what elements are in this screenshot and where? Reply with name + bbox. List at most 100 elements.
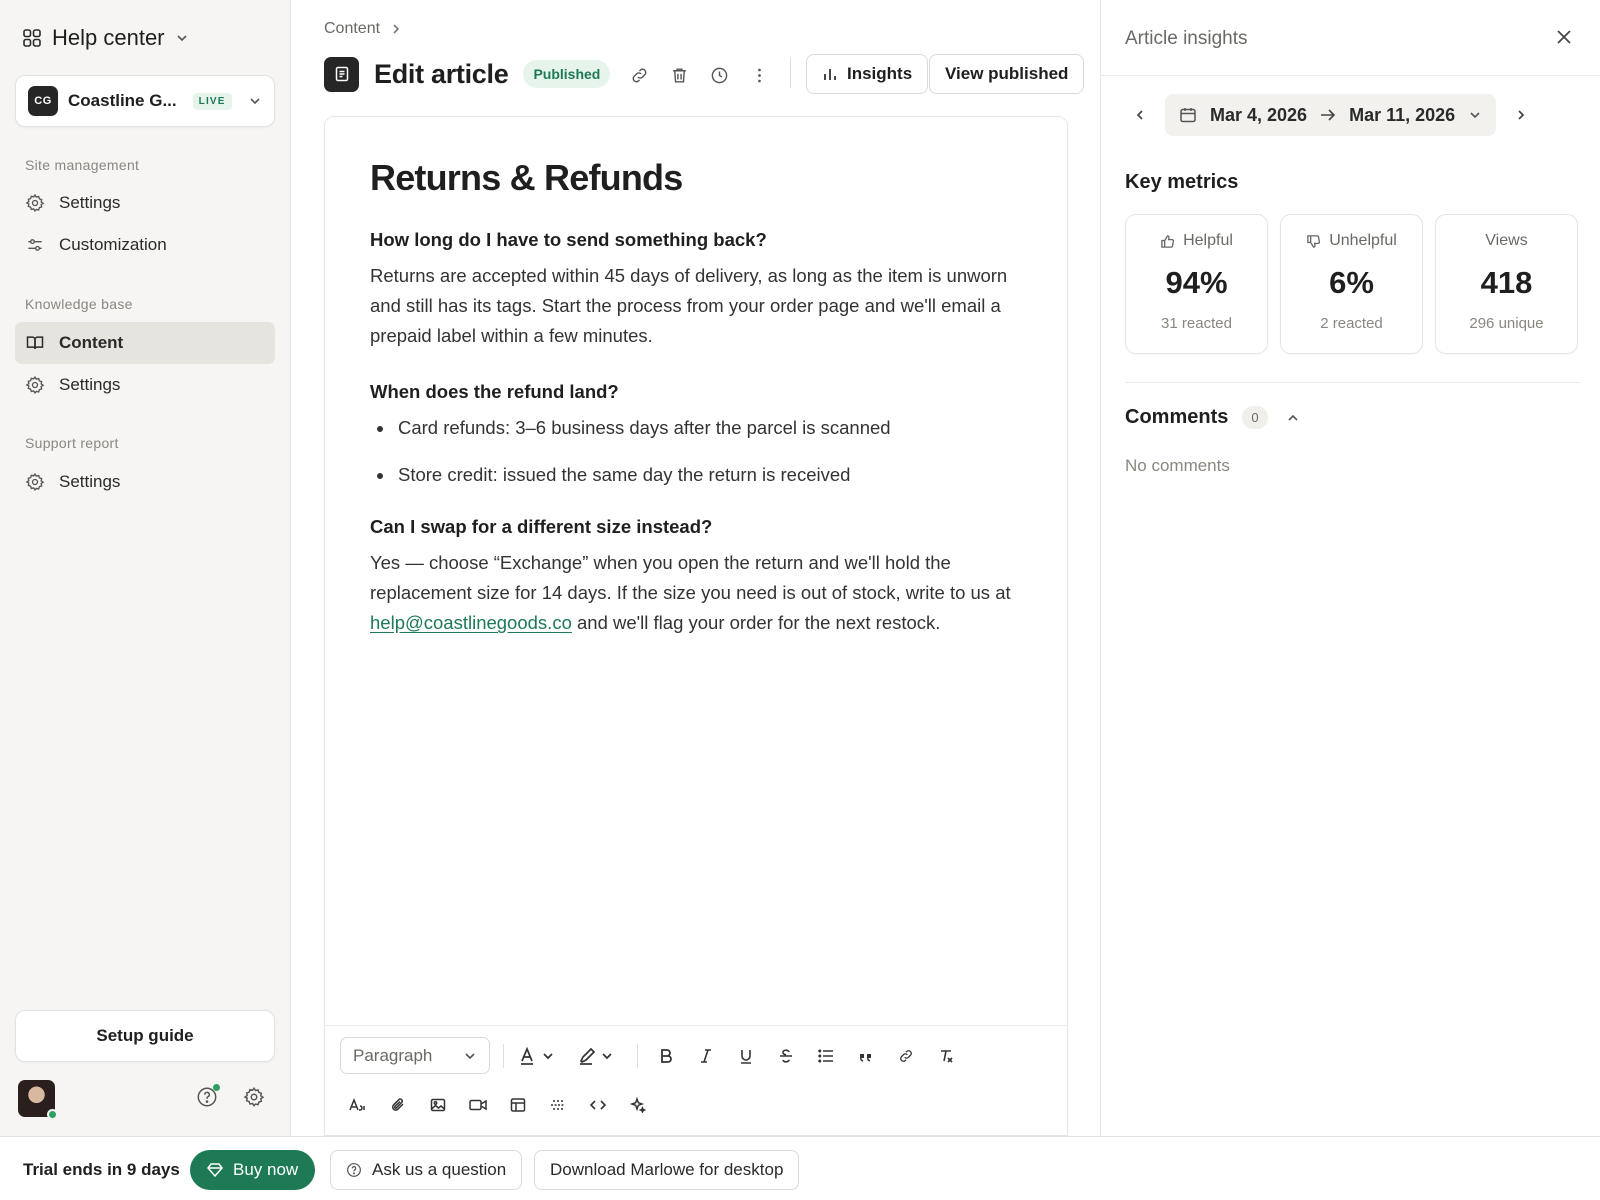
bold-button[interactable] [651,1041,681,1071]
sidebar-item-customization[interactable]: Customization [15,224,275,266]
ask-question-button[interactable]: Ask us a question [330,1150,523,1190]
insert-table-button[interactable] [503,1090,533,1120]
paperclip-icon [390,1097,406,1113]
more-options-button[interactable] [748,64,770,86]
metric-value: 418 [1480,265,1533,300]
buy-now-button[interactable]: Buy now [190,1150,316,1190]
workspace-name: Coastline G... [68,91,177,110]
strikethrough-button[interactable] [771,1041,801,1071]
article-heading[interactable]: How long do I have to send something bac… [370,229,1030,251]
ask-question-label: Ask us a question [372,1160,507,1179]
thumbs-up-icon [1160,234,1175,249]
metric-label: Views [1436,232,1577,250]
paragraph-text: Yes — choose “Exchange” when you open th… [370,552,1011,603]
bar-chart-icon [822,66,838,82]
user-avatar[interactable] [18,1080,58,1120]
date-from: Mar 4, 2026 [1210,104,1308,125]
notification-dot [213,1084,220,1091]
bullet-list: Card refunds: 3–6 business days after th… [370,413,1030,490]
breadcrumb-content-link[interactable]: Content [324,20,380,38]
article-paragraph[interactable]: Returns are accepted within 45 days of d… [370,261,1030,351]
strikethrough-icon [778,1048,794,1064]
sidebar: Help center CG Coastline G... LIVE Site … [0,0,291,1136]
metric-card-unhelpful: Unhelpful 6% 2 reacted [1280,214,1423,354]
table-icon [510,1097,526,1113]
attach-file-button[interactable] [383,1090,413,1120]
copy-link-button[interactable] [628,64,650,86]
list-item[interactable]: Store credit: issued the same day the re… [370,460,1030,490]
font-size-button[interactable] [343,1090,373,1120]
date-range-picker[interactable]: Mar 4, 2026 Mar 11, 2026 [1165,94,1497,136]
empty-comments-text: No comments [1125,456,1230,475]
code-icon [590,1097,606,1113]
insights-button[interactable]: Insights [806,54,929,94]
live-badge: LIVE [192,92,232,110]
comments-count-badge: 0 [1242,406,1268,429]
sidebar-item-site-settings[interactable]: Settings [15,182,275,224]
insert-link-button[interactable] [891,1041,921,1071]
insert-code-button[interactable] [583,1090,613,1120]
text-color-button[interactable] [513,1041,563,1071]
metric-label-text: Helpful [1183,232,1233,249]
gear-icon [25,193,45,213]
insights-button-label: Insights [847,64,913,83]
underline-icon [738,1048,754,1064]
sidebar-item-report-settings[interactable]: Settings [15,461,275,503]
link-icon [630,66,649,85]
collapse-comments-button[interactable] [1286,411,1300,425]
highlight-button[interactable] [572,1041,622,1071]
view-published-button[interactable]: View published [929,54,1085,94]
workspace-selector[interactable]: CG Coastline G... LIVE [15,75,275,127]
underline-button[interactable] [731,1041,761,1071]
comments-heading: Comments [1125,406,1229,428]
sidebar-item-content[interactable]: Content [15,322,275,364]
insert-video-button[interactable] [463,1090,493,1120]
article-editor[interactable]: Returns & Refunds How long do I have to … [324,116,1068,1136]
sidebar-item-label: Settings [59,193,121,212]
italic-button[interactable] [691,1041,721,1071]
list-icon [818,1048,834,1064]
article-title[interactable]: Returns & Refunds [370,157,1030,199]
app-switcher[interactable]: Help center [22,22,189,54]
insert-divider-button[interactable] [543,1090,573,1120]
download-desktop-button[interactable]: Download Marlowe for desktop [534,1150,800,1190]
bottom-bar: Trial ends in 9 days Buy now Ask us a qu… [0,1136,1600,1200]
article-paragraph[interactable]: Yes — choose “Exchange” when you open th… [370,548,1030,638]
sparkle-icon [630,1097,646,1113]
article-body[interactable]: Returns & Refunds How long do I have to … [370,157,1030,668]
sidebar-item-kb-settings[interactable]: Settings [15,364,275,406]
more-vertical-icon [750,66,769,85]
block-type-select[interactable]: Paragraph [340,1037,490,1074]
bullet-list-button[interactable] [811,1041,841,1071]
help-button[interactable] [196,1084,220,1108]
article-heading[interactable]: When does the refund land? [370,381,1030,403]
ai-assist-button[interactable] [623,1090,653,1120]
arrow-right-icon [1320,108,1336,122]
date-range-controls: Mar 4, 2026 Mar 11, 2026 [1125,94,1536,136]
status-badge: Published [523,60,611,88]
email-link[interactable]: help@coastlinegoods.co [370,612,572,633]
gear-icon [25,472,45,492]
previous-period-button[interactable] [1125,100,1155,130]
next-period-button[interactable] [1506,100,1536,130]
article-heading[interactable]: Can I swap for a different size instead? [370,516,1030,538]
quote-icon [858,1048,874,1064]
list-item[interactable]: Card refunds: 3–6 business days after th… [370,413,1030,443]
insert-image-button[interactable] [423,1090,453,1120]
thumbs-down-icon [1306,234,1321,249]
bold-icon [658,1048,674,1064]
clock-icon [710,66,729,85]
breadcrumb: Content [324,20,402,38]
clear-formatting-button[interactable] [931,1041,961,1071]
close-panel-button[interactable] [1555,28,1573,46]
divider [503,1044,504,1068]
quote-button[interactable] [851,1041,881,1071]
user-settings-button[interactable] [243,1086,265,1108]
delete-button[interactable] [668,64,690,86]
metric-value: 94% [1165,265,1228,300]
text-size-icon [349,1097,367,1113]
history-button[interactable] [708,64,730,86]
setup-guide-button[interactable]: Setup guide [15,1010,275,1062]
video-icon [469,1097,487,1113]
chevron-right-icon [390,23,402,35]
